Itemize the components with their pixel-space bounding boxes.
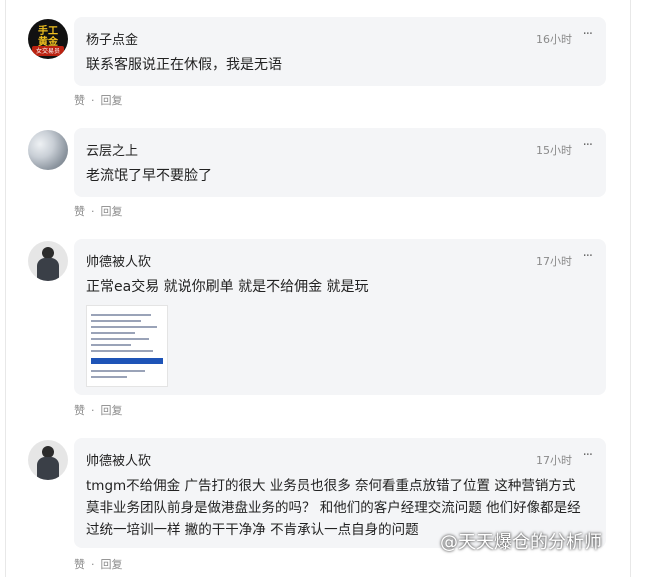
like-button[interactable]: 赞 (74, 556, 85, 572)
avatar[interactable] (28, 130, 68, 170)
comment-author[interactable]: 帅德被人砍 (86, 450, 151, 469)
comment-item: 云层之上 15小时 ··· 老流氓了早不要脸了 赞 · 回复 (28, 128, 608, 228)
like-button[interactable]: 赞 (74, 402, 85, 418)
reply-button[interactable]: 回复 (101, 92, 123, 108)
comment-item: 帅德被人砍 17小时 ··· 正常ea交易 就说你刷单 就是不给佣金 就是玩 赞… (28, 239, 608, 429)
avatar[interactable]: 手工 黄金 女交易员 (28, 19, 68, 59)
thumbnail-line (91, 314, 151, 316)
comment-text: 联系客服说正在休假，我是无语 (86, 57, 282, 73)
separator: · (91, 558, 95, 571)
avatar-figure-body (37, 258, 59, 281)
like-button[interactable]: 赞 (74, 92, 85, 108)
comment-bubble: 帅德被人砍 17小时 ··· 正常ea交易 就说你刷单 就是不给佣金 就是玩 (74, 239, 606, 395)
comment-actions: 赞 · 回复 (74, 556, 123, 572)
comment-text: 老流氓了早不要脸了 (86, 168, 212, 184)
reply-button[interactable]: 回复 (101, 203, 123, 219)
reply-button[interactable]: 回复 (101, 556, 123, 572)
avatar[interactable] (28, 440, 68, 480)
more-icon[interactable]: ··· (583, 138, 593, 153)
comment-actions: 赞 · 回复 (74, 92, 123, 108)
separator: · (91, 94, 95, 107)
comment-item: 手工 黄金 女交易员 杨子点金 16小时 ··· 联系客服说正在休假，我是无语 … (28, 17, 608, 117)
comment-time: 17小时 (536, 255, 572, 268)
avatar-label: 女交易员 (32, 46, 64, 56)
thumbnail-line (91, 350, 153, 352)
thumbnail-line (91, 320, 141, 322)
comment-actions: 赞 · 回复 (74, 402, 123, 418)
more-icon[interactable]: ··· (583, 448, 593, 463)
comment-bubble: 杨子点金 16小时 ··· 联系客服说正在休假，我是无语 (74, 17, 606, 86)
comment-author[interactable]: 帅德被人砍 (86, 251, 151, 270)
thumbnail-line (91, 344, 131, 346)
content-border-right (630, 0, 631, 577)
thumbnail-line (91, 376, 127, 378)
thumbnail-line (91, 370, 145, 372)
comment-time: 17小时 (536, 454, 572, 467)
separator: · (91, 404, 95, 417)
comment-item: 帅德被人砍 17小时 ··· tmgm不给佣金 广告打的很大 业务员也很多 奈何… (28, 438, 608, 577)
comment-actions: 赞 · 回复 (74, 203, 123, 219)
content-border-left (5, 0, 6, 577)
more-icon[interactable]: ··· (583, 249, 593, 264)
comment-text: 正常ea交易 就说你刷单 就是不给佣金 就是玩 (86, 279, 369, 295)
comment-author[interactable]: 云层之上 (86, 140, 138, 159)
comment-bubble: 云层之上 15小时 ··· 老流氓了早不要脸了 (74, 128, 606, 197)
thumbnail-line (91, 338, 149, 340)
attached-image-thumbnail[interactable] (86, 305, 168, 387)
avatar-figure-body (37, 457, 59, 480)
reply-button[interactable]: 回复 (101, 402, 123, 418)
thumbnail-line (91, 326, 157, 328)
comment-time: 15小时 (536, 144, 572, 157)
avatar[interactable] (28, 241, 68, 281)
watermark: @天天爆仓的分析师 (440, 532, 602, 553)
thumbnail-line (91, 332, 135, 334)
thumbnail-bar (91, 358, 163, 364)
comment-time: 16小时 (536, 33, 572, 46)
comment-author[interactable]: 杨子点金 (86, 29, 138, 48)
separator: · (91, 205, 95, 218)
more-icon[interactable]: ··· (583, 27, 593, 42)
like-button[interactable]: 赞 (74, 203, 85, 219)
